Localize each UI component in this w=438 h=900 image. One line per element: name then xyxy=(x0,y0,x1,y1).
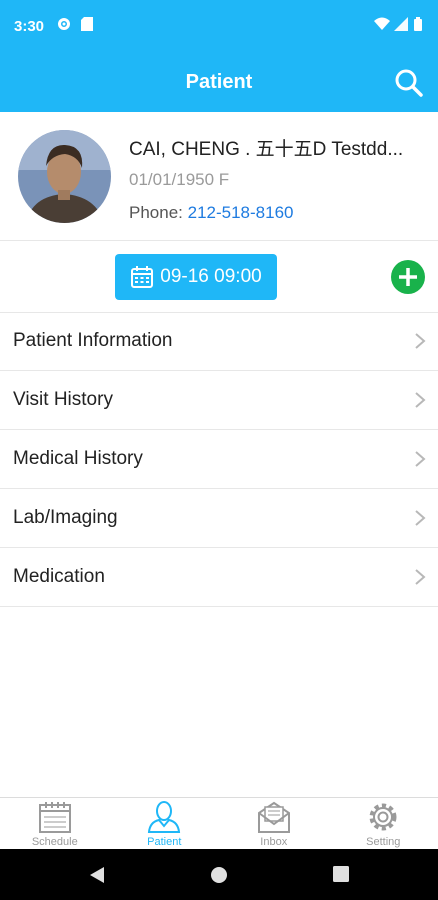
tab-label: Schedule xyxy=(31,836,78,848)
tab-label: Patient xyxy=(147,836,182,848)
sim-card-icon xyxy=(81,17,93,36)
tab-schedule[interactable]: Schedule xyxy=(0,798,110,850)
menu-item-lab-imaging[interactable]: Lab/Imaging xyxy=(0,489,438,548)
appointment-button[interactable]: 09-16 09:00 xyxy=(115,254,277,300)
back-icon[interactable] xyxy=(89,866,105,889)
wifi-icon xyxy=(374,17,390,36)
chevron-right-icon xyxy=(415,392,426,408)
signal-icon xyxy=(394,17,408,36)
chevron-right-icon xyxy=(415,569,426,585)
chevron-right-icon xyxy=(415,510,426,526)
recent-apps-icon[interactable] xyxy=(333,866,349,887)
envelope-icon xyxy=(257,801,290,833)
system-navigation-bar xyxy=(0,849,438,900)
bottom-tab-bar: Schedule Patient Inbox Setting xyxy=(0,797,438,850)
menu-item-label: Medical History xyxy=(13,448,143,469)
appointment-row: 09-16 09:00 xyxy=(0,240,438,313)
calendar-icon xyxy=(131,266,154,288)
menu-item-patient-information[interactable]: Patient Information xyxy=(0,312,438,371)
tab-inbox[interactable]: Inbox xyxy=(219,798,329,850)
app-bar: Patient xyxy=(0,54,438,112)
status-time: 3:30 xyxy=(14,18,45,35)
home-icon[interactable] xyxy=(210,866,228,889)
tab-patient[interactable]: Patient xyxy=(110,798,220,850)
search-icon[interactable] xyxy=(394,68,424,98)
patient-phone: Phone: 212-518-8160 xyxy=(129,203,293,223)
patient-dob-gender: 01/01/1950 F xyxy=(129,170,230,189)
phone-number-link[interactable]: 212-518-8160 xyxy=(188,203,294,222)
menu-item-medication[interactable]: Medication xyxy=(0,548,438,607)
patient-card: CAI, CHENG . 五十五D Testdd... 01/01/1950 F… xyxy=(0,112,438,241)
battery-icon xyxy=(414,17,422,36)
chevron-right-icon xyxy=(415,451,426,467)
chevron-right-icon xyxy=(415,333,426,349)
phone-label: Phone: xyxy=(129,203,188,222)
menu-item-visit-history[interactable]: Visit History xyxy=(0,371,438,430)
patient-avatar xyxy=(18,130,111,223)
tab-label: Inbox xyxy=(260,836,288,848)
menu-item-label: Lab/Imaging xyxy=(13,507,118,528)
plus-icon xyxy=(399,268,417,286)
gear-icon xyxy=(369,803,397,831)
menu-item-label: Visit History xyxy=(13,389,113,410)
menu-item-label: Medication xyxy=(13,566,105,587)
appointment-datetime: 09-16 09:00 xyxy=(160,266,262,287)
status-bar: 3:30 xyxy=(0,0,438,54)
add-appointment-button[interactable] xyxy=(391,260,425,294)
calendar-icon xyxy=(38,802,71,833)
patient-menu: Patient Information Visit History Medica… xyxy=(0,312,438,607)
menu-item-label: Patient Information xyxy=(13,330,173,351)
tab-label: Setting xyxy=(366,836,401,848)
patient-name: CAI, CHENG . 五十五D Testdd... xyxy=(129,139,404,160)
menu-item-medical-history[interactable]: Medical History xyxy=(0,430,438,489)
page-title: Patient xyxy=(185,71,253,93)
settings-notification-icon xyxy=(57,17,71,36)
person-icon xyxy=(148,801,181,833)
tab-setting[interactable]: Setting xyxy=(329,798,438,850)
